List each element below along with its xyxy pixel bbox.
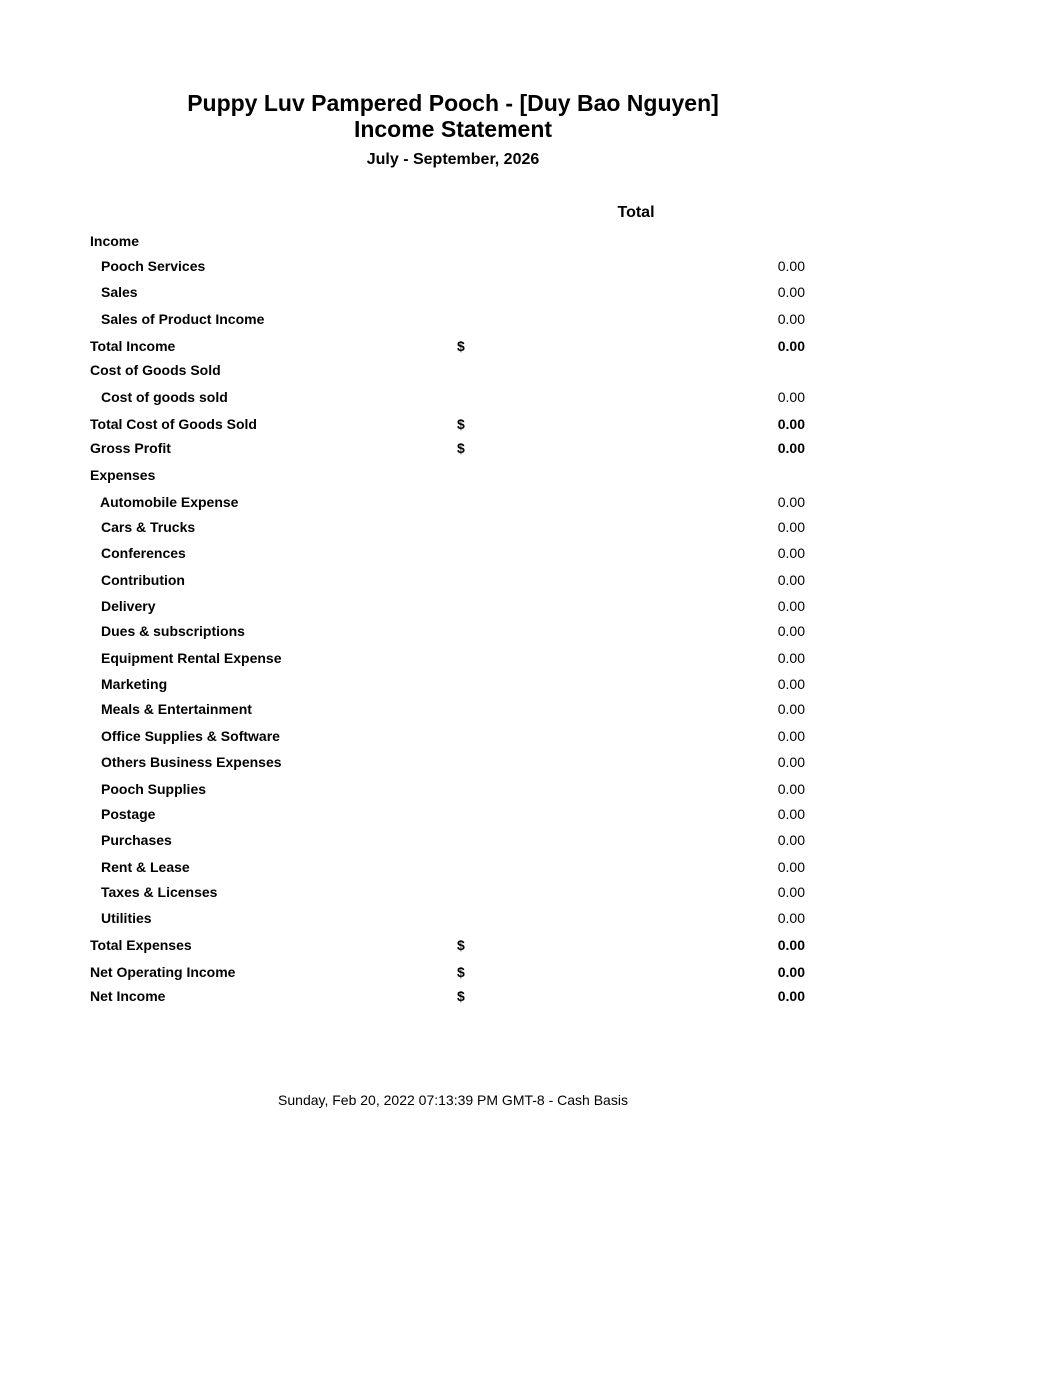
row-amount: 0.00 bbox=[777, 440, 805, 456]
row-label: Net Operating Income bbox=[90, 964, 236, 980]
total-row: Net Operating Income $0.00 bbox=[0, 963, 1062, 981]
row-amount: 0.00 bbox=[777, 728, 805, 744]
line-item-row: Taxes & Licenses 0.00 bbox=[0, 883, 1062, 901]
row-amount: 0.00 bbox=[777, 806, 805, 822]
currency-symbol: $ bbox=[457, 937, 465, 953]
row-amount: 0.00 bbox=[777, 754, 805, 770]
line-item-row: Dues & subscriptions 0.00 bbox=[0, 622, 1062, 640]
line-item-row: Automobile Expense 0.00 bbox=[0, 493, 1062, 511]
row-amount: 0.00 bbox=[777, 572, 805, 588]
row-amount: 0.00 bbox=[777, 494, 805, 510]
row-label: Dues & subscriptions bbox=[101, 623, 245, 639]
row-label: Income bbox=[90, 233, 140, 249]
total-row: Total Income $0.00 bbox=[0, 337, 1062, 355]
row-amount: 0.00 bbox=[777, 884, 805, 900]
row-label: Purchases bbox=[101, 832, 172, 848]
row-amount: 0.00 bbox=[777, 284, 805, 300]
row-amount: 0.00 bbox=[777, 781, 805, 797]
row-amount: 0.00 bbox=[777, 832, 805, 848]
line-item-row: Marketing 0.00 bbox=[0, 675, 1062, 693]
row-label: Marketing bbox=[101, 676, 168, 692]
line-item-row: Pooch Supplies 0.00 bbox=[0, 780, 1062, 798]
row-label: Cost of Goods Sold bbox=[90, 362, 221, 378]
row-amount: 0.00 bbox=[777, 416, 805, 432]
section-header-row: Cost of Goods Sold bbox=[0, 361, 1062, 379]
row-label: Total Income bbox=[90, 338, 176, 354]
row-label: Meals & Entertainment bbox=[101, 701, 252, 717]
row-label: Total Expenses bbox=[90, 937, 192, 953]
line-item-row: Postage 0.00 bbox=[0, 805, 1062, 823]
row-label: Pooch Supplies bbox=[101, 781, 207, 797]
line-item-row: Contribution 0.00 bbox=[0, 571, 1062, 589]
line-item-row: Office Supplies & Software 0.00 bbox=[0, 727, 1062, 745]
row-amount: 0.00 bbox=[777, 389, 805, 405]
row-label: Net Income bbox=[90, 988, 166, 1004]
row-label: Cars & Trucks bbox=[101, 519, 196, 535]
row-label: Delivery bbox=[101, 598, 156, 614]
line-item-row: Meals & Entertainment 0.00 bbox=[0, 700, 1062, 718]
row-amount: 0.00 bbox=[777, 937, 805, 953]
total-row: Net Income $0.00 bbox=[0, 987, 1062, 1005]
row-amount: 0.00 bbox=[777, 258, 805, 274]
row-label: Sales bbox=[101, 284, 138, 300]
row-amount: 0.00 bbox=[777, 598, 805, 614]
row-amount: 0.00 bbox=[777, 545, 805, 561]
row-label: Expenses bbox=[90, 467, 156, 483]
currency-symbol: $ bbox=[457, 440, 465, 456]
row-label: Automobile Expense bbox=[100, 494, 239, 510]
row-label: Taxes & Licenses bbox=[101, 884, 218, 900]
section-header-row: Income bbox=[0, 232, 1062, 250]
report-footer: Sunday, Feb 20, 2022 07:13:39 PM GMT-8 -… bbox=[278, 1092, 628, 1108]
line-item-row: Equipment Rental Expense 0.00 bbox=[0, 649, 1062, 667]
row-amount: 0.00 bbox=[777, 859, 805, 875]
row-label: Contribution bbox=[101, 572, 185, 588]
row-label: Pooch Services bbox=[101, 258, 206, 274]
currency-symbol: $ bbox=[457, 988, 465, 1004]
row-label: Postage bbox=[101, 806, 156, 822]
line-item-row: Purchases 0.00 bbox=[0, 831, 1062, 849]
total-row: Total Cost of Goods Sold $0.00 bbox=[0, 415, 1062, 433]
line-item-row: Utilities 0.00 bbox=[0, 909, 1062, 927]
row-amount: 0.00 bbox=[777, 519, 805, 535]
line-item-row: Sales 0.00 bbox=[0, 283, 1062, 301]
row-amount: 0.00 bbox=[777, 988, 805, 1004]
row-label: Others Business Expenses bbox=[101, 754, 282, 770]
report-title: Income Statement bbox=[353, 116, 553, 142]
currency-symbol: $ bbox=[457, 416, 465, 432]
row-amount: 0.00 bbox=[777, 623, 805, 639]
row-label: Utilities bbox=[101, 910, 152, 926]
row-amount: 0.00 bbox=[777, 676, 805, 692]
line-item-row: Cars & Trucks 0.00 bbox=[0, 518, 1062, 536]
row-amount: 0.00 bbox=[777, 650, 805, 666]
row-amount: 0.00 bbox=[777, 964, 805, 980]
row-amount: 0.00 bbox=[777, 910, 805, 926]
total-row: Gross Profit $0.00 bbox=[0, 439, 1062, 457]
row-label: Rent & Lease bbox=[101, 859, 190, 875]
line-item-row: Conferences 0.00 bbox=[0, 544, 1062, 562]
row-amount: 0.00 bbox=[777, 701, 805, 717]
row-label: Equipment Rental Expense bbox=[101, 650, 282, 666]
row-amount: 0.00 bbox=[777, 311, 805, 327]
line-item-row: Sales of Product Income 0.00 bbox=[0, 310, 1062, 328]
line-item-row: Rent & Lease 0.00 bbox=[0, 858, 1062, 876]
row-amount: 0.00 bbox=[777, 338, 805, 354]
section-header-row: Expenses bbox=[0, 466, 1062, 484]
total-row: Total Expenses $0.00 bbox=[0, 936, 1062, 954]
report-period: July - September, 2026 bbox=[366, 151, 540, 168]
line-item-row: Pooch Services 0.00 bbox=[0, 257, 1062, 275]
line-item-row: Delivery 0.00 bbox=[0, 597, 1062, 615]
column-header-total: Total bbox=[617, 204, 655, 221]
row-label: Sales of Product Income bbox=[101, 311, 265, 327]
row-label: Cost of goods sold bbox=[101, 389, 228, 405]
row-label: Conferences bbox=[101, 545, 186, 561]
currency-symbol: $ bbox=[457, 338, 465, 354]
row-label: Office Supplies & Software bbox=[101, 728, 280, 744]
line-item-row: Cost of goods sold 0.00 bbox=[0, 388, 1062, 406]
currency-symbol: $ bbox=[457, 964, 465, 980]
line-item-row: Others Business Expenses 0.00 bbox=[0, 753, 1062, 771]
company-name: Puppy Luv Pampered Pooch - [Duy Bao Nguy… bbox=[187, 90, 719, 116]
row-label: Gross Profit bbox=[90, 440, 171, 456]
row-label: Total Cost of Goods Sold bbox=[90, 416, 257, 432]
